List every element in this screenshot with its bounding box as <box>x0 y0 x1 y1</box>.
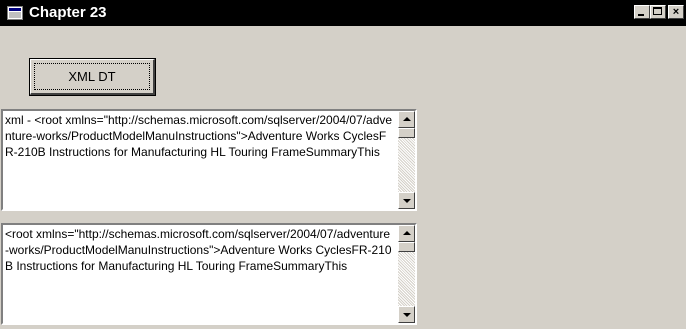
arrow-up-icon <box>403 117 411 121</box>
scroll-up-button[interactable] <box>398 225 415 242</box>
minimize-icon <box>638 14 644 16</box>
root-xml-text[interactable]: <root xmlns="http://schemas.microsoft.co… <box>5 226 393 274</box>
xml-output-text[interactable]: xml - <root xmlns="http://schemas.micros… <box>5 112 393 160</box>
app-window-icon[interactable] <box>7 6 23 20</box>
vertical-scrollbar[interactable] <box>398 111 415 209</box>
window-title: Chapter 23 <box>29 4 107 21</box>
xml-output-textbox[interactable]: xml - <root xmlns="http://schemas.micros… <box>1 109 417 211</box>
scroll-down-button[interactable] <box>398 192 415 209</box>
xml-dt-button-label: XML DT <box>68 69 116 84</box>
close-icon: × <box>672 6 680 18</box>
scroll-up-button[interactable] <box>398 111 415 128</box>
root-xml-textbox[interactable]: <root xmlns="http://schemas.microsoft.co… <box>1 223 417 325</box>
maximize-button[interactable] <box>650 5 666 19</box>
maximize-icon <box>653 7 662 15</box>
arrow-down-icon <box>403 313 411 317</box>
application-window: Chapter 23 × XML DT xml - <root xmlns="h… <box>0 0 686 329</box>
xml-dt-button[interactable]: XML DT <box>29 58 156 96</box>
scroll-thumb[interactable] <box>398 242 415 252</box>
minimize-button[interactable] <box>634 5 650 19</box>
arrow-down-icon <box>403 199 411 203</box>
vertical-scrollbar[interactable] <box>398 225 415 323</box>
title-bar[interactable]: Chapter 23 × <box>0 0 686 26</box>
arrow-up-icon <box>403 231 411 235</box>
close-button[interactable]: × <box>668 5 684 19</box>
scroll-down-button[interactable] <box>398 306 415 323</box>
scroll-thumb[interactable] <box>398 128 415 138</box>
